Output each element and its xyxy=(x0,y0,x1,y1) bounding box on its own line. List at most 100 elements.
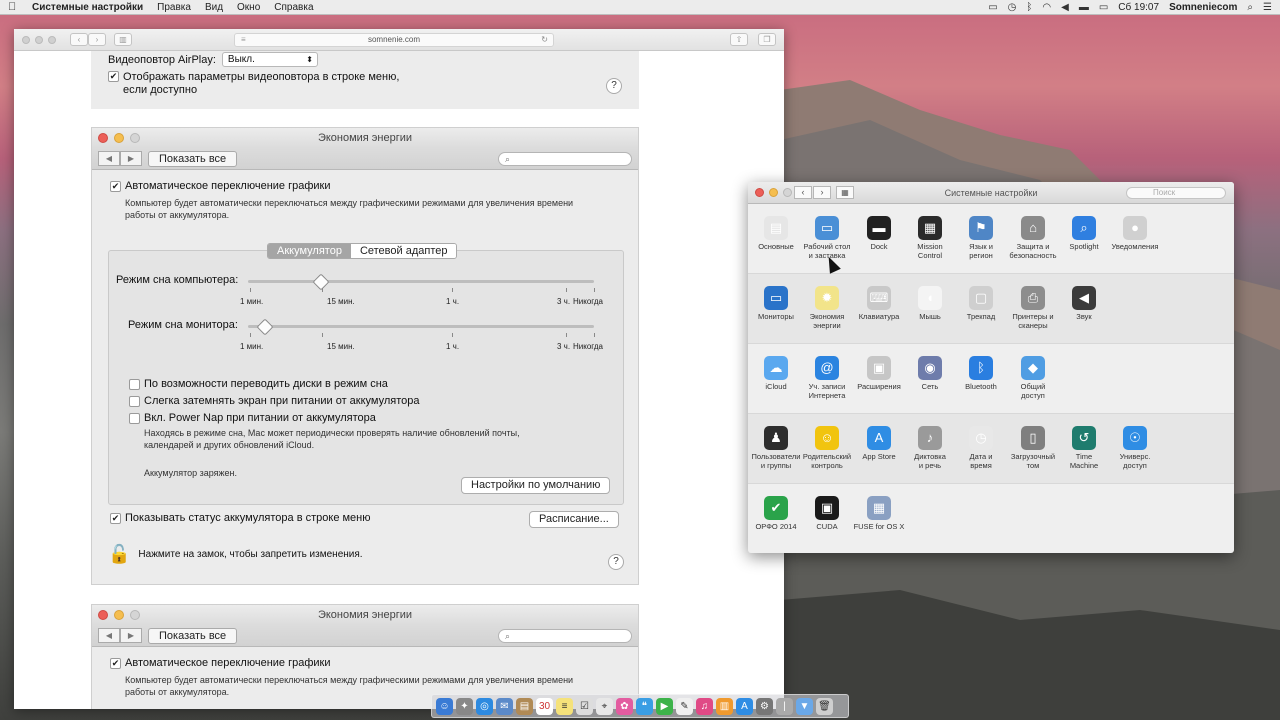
menu-clock[interactable]: Сб 19:07 xyxy=(1118,2,1159,13)
address-bar[interactable]: ≡ somnenie.com ↻ xyxy=(234,33,554,47)
search-input[interactable]: ⌕ xyxy=(498,152,632,166)
pref-pane-security[interactable]: ⌂ Защита и безопасность xyxy=(1007,216,1059,260)
ibooks-icon[interactable]: ▥ xyxy=(716,697,733,715)
zoom-button[interactable] xyxy=(48,35,56,44)
pref-pane-language[interactable]: ⚑ Язык и регион xyxy=(955,216,1007,260)
pref-pane-mouse[interactable]: ◖ Мышь xyxy=(904,286,956,322)
contacts-icon[interactable]: ▤ xyxy=(516,697,533,715)
timemachine-icon[interactable]: ◷ xyxy=(1008,2,1017,13)
pref-pane-startup-disk[interactable]: ▯ Загрузочный том xyxy=(1007,426,1059,470)
search-icon[interactable]: ⌕ xyxy=(1247,2,1253,13)
sidebar-button[interactable]: ▥ xyxy=(114,33,132,46)
wifi-icon[interactable]: ◠ xyxy=(1042,2,1051,13)
tab-battery[interactable]: Аккумулятор xyxy=(268,244,351,258)
pref-pane-printer[interactable]: ⎙ Принтеры и сканеры xyxy=(1007,286,1059,330)
pref-pane-network[interactable]: ◉ Сеть xyxy=(904,356,956,392)
maps-icon[interactable]: ⌖ xyxy=(596,697,613,715)
auto-graphics-checkbox[interactable]: ✔ xyxy=(110,180,121,192)
close-button[interactable] xyxy=(22,35,30,44)
minimize-button[interactable] xyxy=(114,133,124,143)
appstore-icon[interactable]: A xyxy=(736,697,753,715)
forward-button[interactable]: › xyxy=(88,33,106,46)
tab-power-adapter[interactable]: Сетевой адаптер xyxy=(350,244,457,258)
zoom-button[interactable] xyxy=(783,188,792,197)
close-button[interactable] xyxy=(755,188,764,197)
back-button[interactable]: ◀ xyxy=(98,628,120,643)
apple-menu-icon[interactable]:  xyxy=(8,1,20,13)
menu-help[interactable]: Справка xyxy=(274,2,313,13)
calendar-icon[interactable]: 30 xyxy=(536,697,553,715)
schedule-button[interactable]: Расписание... xyxy=(529,511,619,528)
disk-sleep-checkbox[interactable] xyxy=(129,378,140,390)
reminders-icon[interactable]: ☑ xyxy=(576,697,593,715)
forward-button[interactable]: › xyxy=(813,186,831,199)
pref-pane-mission-control[interactable]: ▦ Mission Control xyxy=(904,216,956,260)
pref-pane-cuda[interactable]: ▣ CUDA xyxy=(801,496,853,532)
volume-icon[interactable]: ◀ xyxy=(1061,2,1069,13)
close-button[interactable] xyxy=(98,610,108,620)
power-nap-checkbox[interactable] xyxy=(129,412,140,424)
minimize-button[interactable] xyxy=(35,35,43,44)
reload-icon[interactable]: ↻ xyxy=(541,34,548,46)
airplay-menu-checkbox[interactable]: ✔ xyxy=(108,71,119,82)
search-input[interactable]: Поиск xyxy=(1126,187,1226,199)
show-battery-status-checkbox[interactable]: ✔ xyxy=(110,512,121,524)
search-input[interactable]: ⌕ xyxy=(498,629,632,643)
safari-icon[interactable]: ◎ xyxy=(476,697,493,715)
menu-user[interactable]: Somneniecom xyxy=(1169,2,1237,13)
pref-pane-appstore[interactable]: A App Store xyxy=(853,426,905,462)
display-sleep-slider[interactable] xyxy=(248,325,594,328)
zoom-button[interactable] xyxy=(130,610,140,620)
bluetooth-icon[interactable]: ᛒ xyxy=(1026,2,1032,13)
photos-icon[interactable]: ✿ xyxy=(616,697,633,715)
pref-pane-extensions[interactable]: ▣ Расширения xyxy=(853,356,905,392)
menu-view[interactable]: Вид xyxy=(205,2,223,13)
dim-display-checkbox[interactable] xyxy=(129,395,140,407)
minimize-button[interactable] xyxy=(114,610,124,620)
downloads-folder-icon[interactable]: ▼ xyxy=(796,697,813,715)
pref-pane-accessibility[interactable]: ☉ Универс. доступ xyxy=(1109,426,1161,470)
menu-edit[interactable]: Правка xyxy=(157,2,191,13)
back-button[interactable]: ‹ xyxy=(70,33,88,46)
pref-pane-fuse[interactable]: ▦ FUSE for OS X xyxy=(853,496,905,532)
pref-pane-general[interactable]: ▤ Основные xyxy=(750,216,802,252)
pref-pane-dock[interactable]: ▬ Dock xyxy=(853,216,905,252)
show-all-grid-icon[interactable]: ▦ xyxy=(836,186,854,199)
finder-icon[interactable]: ☺ xyxy=(436,697,453,715)
pref-pane-desktop[interactable]: ▭ Рабочий стол и заставка xyxy=(801,216,853,260)
pref-pane-date-time[interactable]: ◷ Дата и время xyxy=(955,426,1007,470)
zoom-button[interactable] xyxy=(130,133,140,143)
facetime-icon[interactable]: ▶ xyxy=(656,697,673,715)
mail-icon[interactable]: ✉ xyxy=(496,697,513,715)
flag-icon[interactable]: ▬ xyxy=(1079,2,1089,13)
pref-pane-sharing[interactable]: ◆ Общий доступ xyxy=(1007,356,1059,400)
pref-pane-time-machine[interactable]: ↺ Time Machine xyxy=(1058,426,1110,470)
pref-pane-spotlight[interactable]: ⌕ Spotlight xyxy=(1058,216,1110,252)
back-button[interactable]: ‹ xyxy=(794,186,812,199)
battery-icon[interactable]: ▭ xyxy=(1099,2,1108,13)
pref-pane-bluetooth[interactable]: ᛒ Bluetooth xyxy=(955,356,1007,392)
itunes-icon[interactable]: ♫ xyxy=(696,697,713,715)
show-all-button[interactable]: Показать все xyxy=(148,151,238,167)
lock-icon[interactable]: 🔓 xyxy=(108,544,130,565)
launchpad-icon[interactable]: ✦ xyxy=(456,697,473,715)
airplay-select[interactable]: Выкл. ⬍ xyxy=(221,52,318,67)
reader-icon[interactable]: ≡ xyxy=(241,34,246,46)
textedit-icon[interactable]: ✎ xyxy=(676,697,693,715)
trash-icon[interactable]: 🗑 xyxy=(816,697,833,715)
menu-app-name[interactable]: Системные настройки xyxy=(32,2,143,13)
pref-pane-sound[interactable]: ◀ Звук xyxy=(1058,286,1110,322)
pref-pane-displays[interactable]: ▭ Мониторы xyxy=(750,286,802,322)
forward-button[interactable]: ▶ xyxy=(120,628,142,643)
close-button[interactable] xyxy=(98,133,108,143)
help-button[interactable]: ? xyxy=(608,554,624,570)
pref-pane-notifications[interactable]: ● Уведомления xyxy=(1109,216,1161,252)
pref-pane-internet-accounts[interactable]: @ Уч. записи Интернета xyxy=(801,356,853,400)
pref-pane-parental[interactable]: ☺ Родительский контроль xyxy=(801,426,853,470)
messages-icon[interactable]: ❝ xyxy=(636,697,653,715)
menu-window[interactable]: Окно xyxy=(237,2,260,13)
pref-pane-energy[interactable]: ✹ Экономия энергии xyxy=(801,286,853,330)
computer-sleep-slider[interactable] xyxy=(248,280,594,283)
forward-button[interactable]: ▶ xyxy=(120,151,142,166)
notification-center-icon[interactable]: ☰ xyxy=(1263,2,1272,13)
